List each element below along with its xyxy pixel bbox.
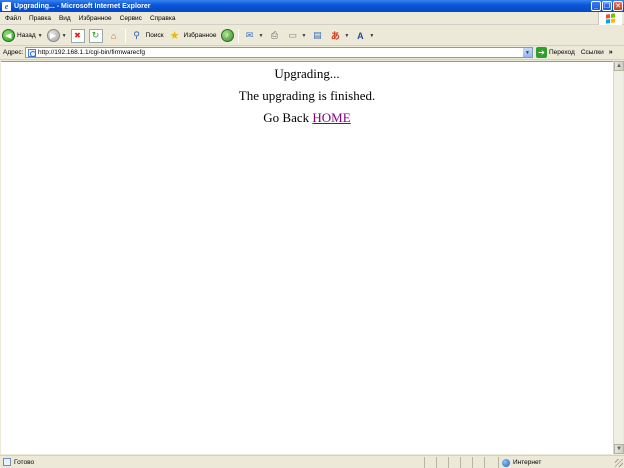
address-label: Адрес:	[3, 49, 24, 56]
menu-view[interactable]: Вид	[56, 15, 74, 22]
go-label: Переход	[549, 49, 575, 56]
page-viewport: Upgrading... The upgrading is finished. …	[1, 61, 613, 454]
vertical-scrollbar[interactable]: ▲ ▼	[613, 61, 624, 454]
upgrading-text: Upgrading...	[274, 66, 340, 81]
mail-dropdown-icon[interactable]: ▼	[259, 33, 264, 39]
menu-bar: Файл Правка Вид Избранное Сервис Справка	[0, 12, 624, 25]
edit-icon: ▭	[288, 30, 297, 40]
page-content: Upgrading... The upgrading is finished. …	[1, 64, 613, 128]
window-title: Upgrading... - Microsoft Internet Explor…	[14, 2, 151, 10]
address-input[interactable]: http://192.168.1.1/cgi-bin/firmwarecfg ▼	[25, 47, 533, 58]
discuss-icon: ▤	[313, 30, 322, 40]
font-size-dropdown-icon[interactable]: ▼	[369, 33, 374, 39]
translate-icon: あ	[330, 31, 340, 41]
toolbar-separator	[237, 28, 239, 43]
status-panel	[448, 457, 460, 468]
ie-logo-icon: e	[2, 1, 11, 11]
maximize-button[interactable]: ❐	[602, 1, 612, 11]
print-icon: ⎙	[270, 30, 279, 40]
refresh-icon: ↻	[88, 28, 103, 43]
status-panel	[460, 457, 472, 468]
status-panel	[472, 457, 484, 468]
menu-favorites[interactable]: Избранное	[76, 15, 115, 22]
go-button[interactable]: ➔ Переход	[536, 47, 575, 58]
go-back-line: Go Back HOME	[1, 108, 613, 128]
forward-button[interactable]: ▶ ▼	[45, 27, 69, 45]
translate-dropdown-icon[interactable]: ▼	[344, 33, 349, 39]
window-controls: _ ❐ ✕	[591, 1, 623, 11]
font-size-icon: A	[357, 30, 364, 41]
go-arrow-icon: ➔	[536, 47, 547, 58]
edit-dropdown-icon[interactable]: ▼	[301, 33, 306, 39]
edit-button[interactable]: ▭ ▼	[283, 27, 308, 45]
stop-button[interactable]: ✖	[69, 27, 87, 45]
standard-toolbar: ◀ Назад ▼ ▶ ▼ ✖ ↻ ⌂ ⚲ Поиск ★ Избранное …	[0, 26, 624, 46]
status-panels	[424, 457, 496, 468]
address-url[interactable]: http://192.168.1.1/cgi-bin/firmwarecfg	[38, 49, 145, 56]
menu-tools[interactable]: Сервис	[117, 15, 145, 22]
go-back-text: Go Back	[263, 110, 313, 125]
toolbar-separator	[124, 28, 126, 43]
mail-button[interactable]: ✉ ▼	[241, 27, 266, 45]
address-dropdown-icon[interactable]: ▼	[523, 48, 532, 57]
discuss-button[interactable]: ▤	[308, 27, 326, 45]
status-panel	[436, 457, 448, 468]
mail-icon: ✉	[245, 30, 254, 40]
favorites-button[interactable]: ★ Избранное	[166, 27, 219, 45]
page-status-icon	[3, 458, 11, 466]
status-text: Готово	[14, 458, 35, 466]
back-button[interactable]: ◀ Назад ▼	[0, 27, 45, 45]
forward-dropdown-icon[interactable]: ▼	[62, 33, 67, 39]
search-label: Поиск	[145, 32, 164, 39]
forward-arrow-icon: ▶	[46, 29, 60, 42]
favorites-star-icon: ★	[169, 30, 180, 42]
status-bar: Готово Интернет	[0, 455, 624, 468]
stop-icon: ✖	[70, 28, 85, 43]
back-arrow-icon: ◀	[2, 29, 15, 42]
media-icon: ♪	[220, 29, 234, 42]
menu-file[interactable]: Файл	[2, 15, 24, 22]
links-label: Ссылки	[580, 49, 604, 56]
print-button[interactable]: ⎙	[265, 27, 283, 45]
refresh-button[interactable]: ↻	[87, 27, 105, 45]
address-bar: Адрес: http://192.168.1.1/cgi-bin/firmwa…	[0, 46, 624, 60]
status-panel	[424, 457, 436, 468]
title-bar: e Upgrading... - Microsoft Internet Expl…	[0, 0, 624, 12]
zone-label: Интернет	[513, 459, 542, 466]
back-dropdown-icon[interactable]: ▼	[38, 33, 43, 39]
page-icon	[28, 48, 36, 57]
links-toolbar[interactable]: Ссылки »	[581, 49, 613, 56]
search-icon: ⚲	[133, 30, 140, 40]
close-button[interactable]: ✕	[613, 1, 623, 11]
home-link[interactable]: HOME	[312, 110, 350, 125]
translate-button[interactable]: あ ▼	[326, 27, 351, 45]
media-button[interactable]: ♪	[219, 27, 236, 45]
upgrade-finished-text: The upgrading is finished.	[238, 88, 376, 103]
scroll-up-button[interactable]: ▲	[614, 61, 624, 71]
back-label: Назад	[17, 32, 36, 39]
windows-logo-icon	[598, 12, 622, 25]
scroll-down-button[interactable]: ▼	[614, 444, 624, 454]
status-panel	[484, 457, 496, 468]
home-button[interactable]: ⌂	[105, 27, 123, 45]
home-icon: ⌂	[110, 30, 117, 41]
menu-edit[interactable]: Правка	[26, 15, 54, 22]
menu-help[interactable]: Справка	[147, 15, 179, 22]
search-button[interactable]: ⚲ Поиск	[128, 27, 166, 45]
internet-globe-icon	[502, 458, 510, 467]
favorites-label: Избранное	[183, 32, 217, 39]
chevron-right-icon[interactable]: »	[609, 49, 613, 56]
minimize-button[interactable]: _	[591, 1, 601, 11]
security-zone[interactable]: Интернет	[498, 457, 541, 468]
font-size-button[interactable]: A ▼	[351, 27, 376, 45]
resize-grip[interactable]	[615, 459, 623, 467]
